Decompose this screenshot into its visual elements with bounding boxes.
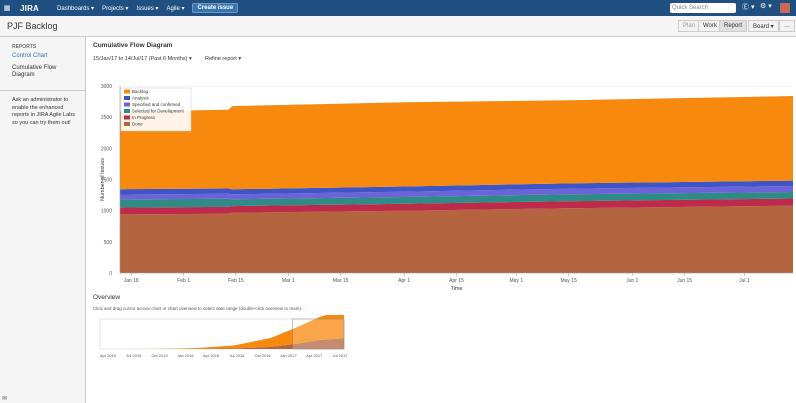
x-tick-label: Jun 15	[677, 278, 692, 284]
top-nav-bar: ▦ JIRA Dashboards ▾ Projects ▾ Issues ▾ …	[0, 0, 796, 16]
x-tick-label: Feb 1	[177, 278, 190, 284]
y-tick-label: 2500	[101, 115, 112, 121]
series-area-backlog	[120, 96, 793, 190]
x-tick-label: Jul 1	[739, 278, 750, 284]
board-header: PJF Backlog Plan Work Report Board ▾ …	[0, 16, 796, 37]
legend-item-backlog: Backlog	[132, 89, 149, 94]
overview-tick-label: Jul 2016	[229, 353, 245, 358]
y-tick-label: 1000	[101, 209, 112, 215]
report-mode-button[interactable]: Report	[719, 20, 748, 32]
x-tick-label: May 15	[560, 278, 577, 284]
series-area-done	[120, 205, 793, 273]
x-tick-label: Jun 1	[626, 278, 638, 284]
plan-mode-button[interactable]: Plan	[678, 20, 701, 32]
sidebar-item-control-chart[interactable]: Control Chart	[12, 53, 48, 59]
sidebar-item-cumulative-flow[interactable]: Cumulative Flow Diagram	[12, 65, 80, 79]
app-switcher-icon[interactable]: ▦	[0, 0, 14, 16]
sidebar-divider	[0, 90, 86, 91]
create-issue-button[interactable]: Create issue	[192, 3, 239, 13]
x-tick-label: Mar 1	[282, 278, 295, 284]
help-icon[interactable]: Ⓔ ▾	[742, 2, 754, 12]
overview-tick-label: Apr 2017	[306, 353, 323, 358]
legend-swatch	[124, 89, 130, 94]
x-tick-label: Feb 15	[228, 278, 244, 284]
overview-tick-label: Apr 2015	[100, 353, 117, 358]
reports-sidebar: REPORTS Control Chart Cumulative Flow Di…	[0, 37, 86, 403]
overview-selection	[292, 318, 345, 350]
quick-search-input[interactable]: Quick Search	[670, 3, 736, 13]
legend-swatch	[124, 115, 130, 120]
overview-title: Overview	[93, 294, 121, 301]
overview-tick-label: Jul 2017	[332, 353, 348, 358]
legend-item-selected-for-development: Selected for Development	[132, 109, 185, 114]
overview-tick-label: Jan 2016	[177, 353, 194, 358]
board-menu-button[interactable]: Board ▾	[748, 20, 779, 32]
overview-tick-label: Oct 2016	[255, 353, 272, 358]
legend-swatch	[124, 96, 130, 100]
x-axis-label: Time	[450, 286, 462, 292]
x-tick-label: May 1	[510, 278, 524, 284]
legend-item-done: Done	[132, 122, 143, 127]
y-tick-label: 2000	[101, 146, 112, 152]
overview-help-text: Click and drag cursor across chart or ch…	[93, 306, 303, 311]
y-tick-label: 0	[109, 271, 112, 277]
y-tick-label: 500	[104, 240, 113, 246]
chart-legend: Backlog AnalysisSpecified and confirmed Se…	[120, 87, 192, 132]
date-range-dropdown[interactable]: 15/Jan/17 to 14/Jul/17 (Past 6 Months) ▾	[93, 56, 192, 62]
refine-report-dropdown[interactable]: Refine report ▾	[205, 56, 241, 62]
overview-chart[interactable]: Apr 2015 Jul 2015 Oct 2015 Jan 2016 Apr 2016…	[88, 315, 358, 361]
user-avatar[interactable]	[780, 3, 790, 13]
labs-note: Ask an administrator to enable the enhan…	[12, 97, 75, 126]
report-title: Cumulative Flow Diagram	[93, 42, 173, 49]
legend-swatch	[124, 109, 130, 113]
sidebar-heading: REPORTS	[12, 44, 37, 50]
y-axis-label: Number of Issues	[100, 158, 106, 201]
cumulative-flow-chart[interactable]: 050010001500200025003000Jan 18 Feb 1 Feb 1…	[88, 78, 796, 293]
y-tick-label: 3000	[101, 84, 112, 90]
legend-item-in-progress: In Progress	[132, 115, 156, 120]
x-tick-label: Apr 1	[398, 278, 410, 284]
legend-item-analysis: Analysis	[132, 96, 150, 101]
x-tick-label: Jan 18	[124, 278, 139, 284]
more-options-button[interactable]: …	[779, 20, 795, 32]
feedback-icon[interactable]: ✉	[2, 395, 7, 402]
jira-logo[interactable]: JIRA	[20, 4, 39, 13]
legend-swatch	[124, 102, 130, 107]
legend-item-specified-and-confirmed: Specified and confirmed	[132, 102, 181, 107]
overview-tick-label: Jan 2017	[280, 353, 297, 358]
nav-dashboards[interactable]: Dashboards ▾	[57, 5, 94, 12]
overview-tick-label: Jul 2015	[126, 353, 142, 358]
page-title: PJF Backlog	[7, 21, 58, 31]
overview-tick-label: Oct 2015	[151, 353, 168, 358]
legend-swatch	[124, 122, 130, 126]
nav-issues[interactable]: Issues ▾	[136, 5, 158, 12]
settings-icon[interactable]: ⚙ ▾	[760, 2, 772, 10]
nav-projects[interactable]: Projects ▾	[102, 5, 128, 12]
overview-tick-label: Apr 2016	[203, 353, 220, 358]
x-tick-label: Mar 15	[333, 278, 349, 284]
x-tick-label: Apr 15	[449, 278, 464, 284]
nav-agile[interactable]: Agile ▾	[166, 5, 184, 12]
